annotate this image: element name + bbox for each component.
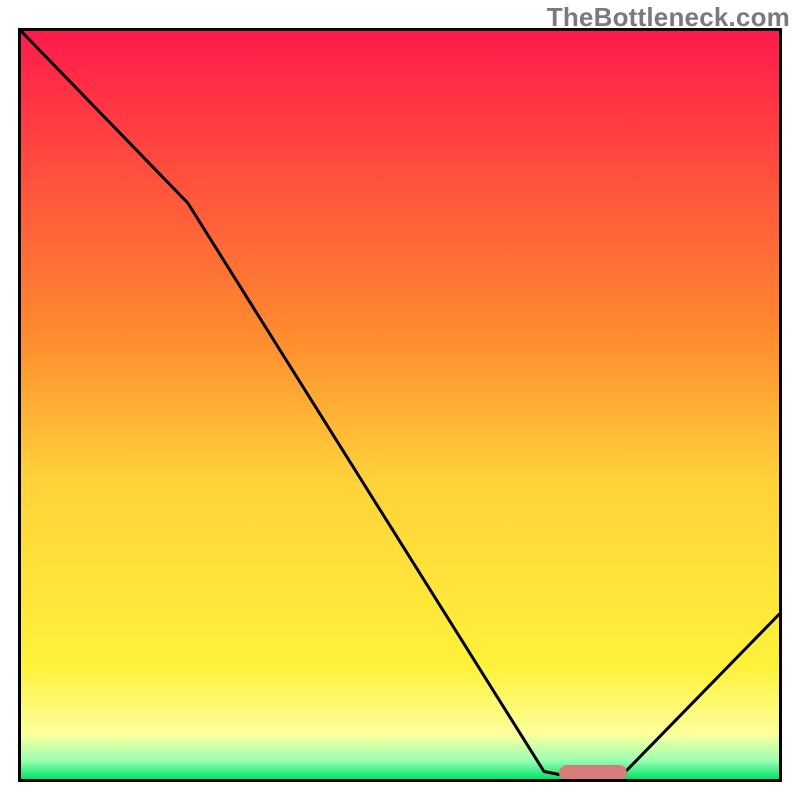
optimal-range-marker <box>559 765 627 781</box>
plot-area <box>18 28 782 782</box>
chart-container: TheBottleneck.com <box>0 0 800 800</box>
curve-overlay <box>21 31 779 779</box>
bottleneck-curve <box>21 31 779 779</box>
